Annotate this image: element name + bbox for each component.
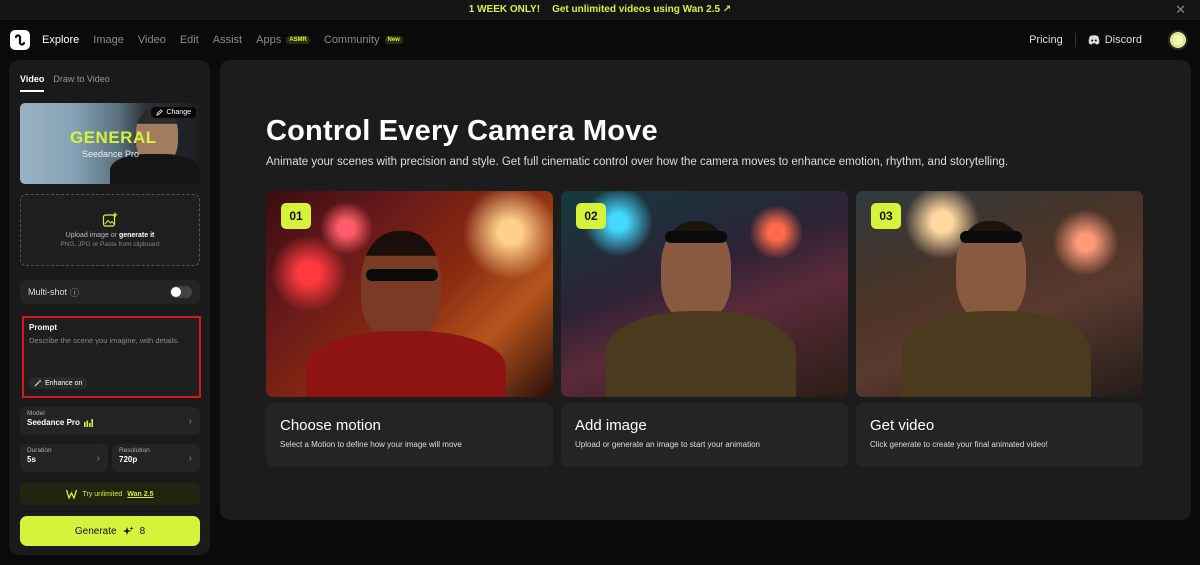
step-card-3[interactable]: 03 Get video Click generate to create yo… xyxy=(856,191,1143,467)
top-nav: Explore Image Video Edit Assist Apps ASMR… xyxy=(0,20,1200,60)
prompt-label: Prompt xyxy=(29,323,57,332)
nav-image[interactable]: Image xyxy=(93,34,124,46)
info-icon[interactable]: ⓘ xyxy=(70,286,79,299)
page-subtitle: Animate your scenes with precision and s… xyxy=(266,156,1009,168)
duration-selector[interactable]: Duration 5s › xyxy=(20,444,108,472)
step-description: Upload or generate an image to start you… xyxy=(575,440,760,449)
nav-apps[interactable]: Apps ASMR xyxy=(256,34,310,46)
try-text: Try unlimited xyxy=(82,490,123,498)
upload-instructions: Upload image or generate it xyxy=(66,232,155,239)
signal-bars-icon xyxy=(83,418,93,427)
step-title: Choose motion xyxy=(280,417,381,434)
model-label: Model xyxy=(27,410,45,417)
discord-link[interactable]: Discord xyxy=(1088,34,1142,46)
model-selector[interactable]: Model Seedance Pro › xyxy=(20,407,200,435)
duration-label: Duration xyxy=(27,447,52,454)
step-3-jacket xyxy=(901,311,1091,397)
close-icon[interactable]: ✕ xyxy=(1175,2,1186,18)
generate-label: Generate xyxy=(74,525,117,537)
wan-logo-icon xyxy=(66,489,78,499)
app-logo[interactable] xyxy=(10,30,30,50)
pencil-icon xyxy=(156,109,164,116)
step-number-badge: 01 xyxy=(281,203,311,229)
tab-video[interactable]: Video xyxy=(20,74,45,92)
step-1-info: Choose motion Select a Motion to define … xyxy=(266,403,553,467)
step-2-info: Add image Upload or generate an image to… xyxy=(561,403,848,467)
generate-button[interactable]: Generate 8 xyxy=(20,516,200,546)
generation-sidebar: Video Draw to Video GENERAL Seedance Pro… xyxy=(9,60,210,555)
promo-cta-text: Get unlimited videos using Wan 2.5 xyxy=(552,4,721,15)
resolution-selector[interactable]: Resolution 720p › xyxy=(112,444,200,472)
step-number-badge: 02 xyxy=(576,203,606,229)
step-title: Get video xyxy=(870,417,935,434)
nav-community-label: Community xyxy=(323,34,380,46)
resolution-value: 720p xyxy=(119,455,138,464)
change-label: Change xyxy=(166,109,191,116)
step-2-sunglasses xyxy=(665,231,727,243)
model-value: Seedance Pro xyxy=(27,418,80,427)
chevron-right-icon: › xyxy=(188,453,192,464)
pricing-link[interactable]: Pricing xyxy=(1029,34,1063,46)
nav-edit[interactable]: Edit xyxy=(180,34,199,46)
generate-it-link[interactable]: generate it xyxy=(119,232,154,239)
resolution-label: Resolution xyxy=(119,447,150,454)
generate-cost: 8 xyxy=(139,525,146,537)
prompt-field[interactable]: Prompt Describe the scene you imagine, w… xyxy=(22,316,201,398)
external-arrow-icon: ↗ xyxy=(722,4,732,15)
step-number-badge: 03 xyxy=(871,203,901,229)
nav-divider xyxy=(1074,33,1076,47)
new-badge: New xyxy=(384,36,403,44)
step-3-sunglasses xyxy=(960,231,1022,243)
try-wan-promo[interactable]: Try unlimited Wan 2.5 xyxy=(20,483,200,505)
step-description: Select a Motion to define how your image… xyxy=(280,440,462,449)
promo-tag: 1 WEEK ONLY! xyxy=(468,4,541,15)
add-image-icon xyxy=(102,212,118,227)
step-2-jacket xyxy=(606,311,796,397)
prompt-placeholder: Describe the scene you imagine, with det… xyxy=(29,336,180,345)
multishot-row: Multi-shot ⓘ xyxy=(20,280,200,304)
preset-title: GENERAL xyxy=(70,128,157,147)
nav-community[interactable]: Community New xyxy=(324,34,403,46)
model-preset-card[interactable]: GENERAL Seedance Pro Change xyxy=(20,103,200,184)
mode-tabs: Video Draw to Video xyxy=(9,60,210,92)
discord-label: Discord xyxy=(1104,34,1142,46)
main-panel: Control Every Camera Move Animate your s… xyxy=(220,60,1191,520)
upload-formats: PNG, JPG or Paste from clipboard xyxy=(60,241,160,248)
duration-value: 5s xyxy=(27,455,36,464)
chevron-right-icon: › xyxy=(96,453,100,464)
magic-wand-icon xyxy=(34,379,42,387)
model-value-row: Seedance Pro xyxy=(27,418,193,427)
nav-apps-label: Apps xyxy=(256,34,282,46)
upload-text: Upload image or xyxy=(65,232,119,239)
page-title: Control Every Camera Move xyxy=(266,115,658,147)
step-1-subject xyxy=(361,231,441,341)
discord-icon xyxy=(1088,35,1100,45)
promo-cta-link[interactable]: Get unlimited videos using Wan 2.5 ↗ xyxy=(552,4,731,15)
preset-subtitle: Seedance Pro xyxy=(82,149,140,159)
tab-draw-to-video[interactable]: Draw to Video xyxy=(53,74,109,92)
nav-video[interactable]: Video xyxy=(138,34,166,46)
multishot-toggle[interactable] xyxy=(170,286,192,298)
chevron-right-icon: › xyxy=(188,416,192,427)
nav-assist[interactable]: Assist xyxy=(213,34,242,46)
wan-link[interactable]: Wan 2.5 xyxy=(127,491,153,498)
user-avatar[interactable] xyxy=(1168,30,1188,50)
change-preset-button[interactable]: Change xyxy=(151,107,196,118)
promo-banner[interactable]: 1 WEEK ONLY! Get unlimited videos using … xyxy=(0,0,1200,20)
image-upload-dropzone[interactable]: Upload image or generate it PNG, JPG or … xyxy=(20,194,200,266)
step-card-2[interactable]: 02 Add image Upload or generate an image… xyxy=(561,191,848,467)
asmr-badge: ASMR xyxy=(286,36,310,44)
enhance-label: Enhance on xyxy=(45,379,83,387)
step-3-info: Get video Click generate to create your … xyxy=(856,403,1143,467)
nav-explore[interactable]: Explore xyxy=(42,34,79,46)
step-1-jacket xyxy=(306,331,506,397)
step-card-1[interactable]: 01 Choose motion Select a Motion to defi… xyxy=(266,191,553,467)
sparkle-icon xyxy=(122,526,134,535)
logo-icon xyxy=(14,34,26,46)
multishot-label: Multi-shot xyxy=(28,287,68,297)
step-title: Add image xyxy=(575,417,647,434)
enhance-toggle-button[interactable]: Enhance on xyxy=(29,377,88,389)
step-description: Click generate to create your final anim… xyxy=(870,440,1048,449)
step-1-sunglasses xyxy=(366,269,438,281)
